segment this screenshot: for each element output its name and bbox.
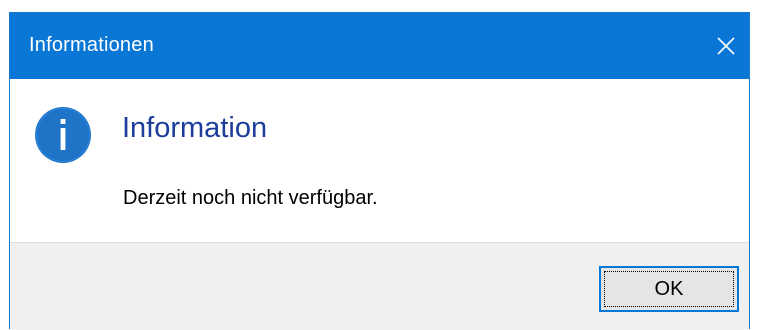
ok-button[interactable]: OK xyxy=(599,266,739,312)
info-icon xyxy=(35,107,91,163)
ok-button-label: OK xyxy=(654,277,684,300)
dialog-heading: Information xyxy=(122,112,268,144)
close-icon xyxy=(717,37,735,55)
window-title: Informationen xyxy=(29,34,154,56)
button-bar: OK xyxy=(10,242,749,330)
dialog-content: Information Derzeit noch nicht verfügbar… xyxy=(10,79,749,242)
close-button[interactable] xyxy=(703,13,749,79)
info-dialog: Informationen Information Derzeit noch n… xyxy=(9,12,750,330)
title-bar[interactable]: Informationen xyxy=(10,13,749,79)
dialog-message: Derzeit noch nicht verfügbar. xyxy=(123,187,378,209)
